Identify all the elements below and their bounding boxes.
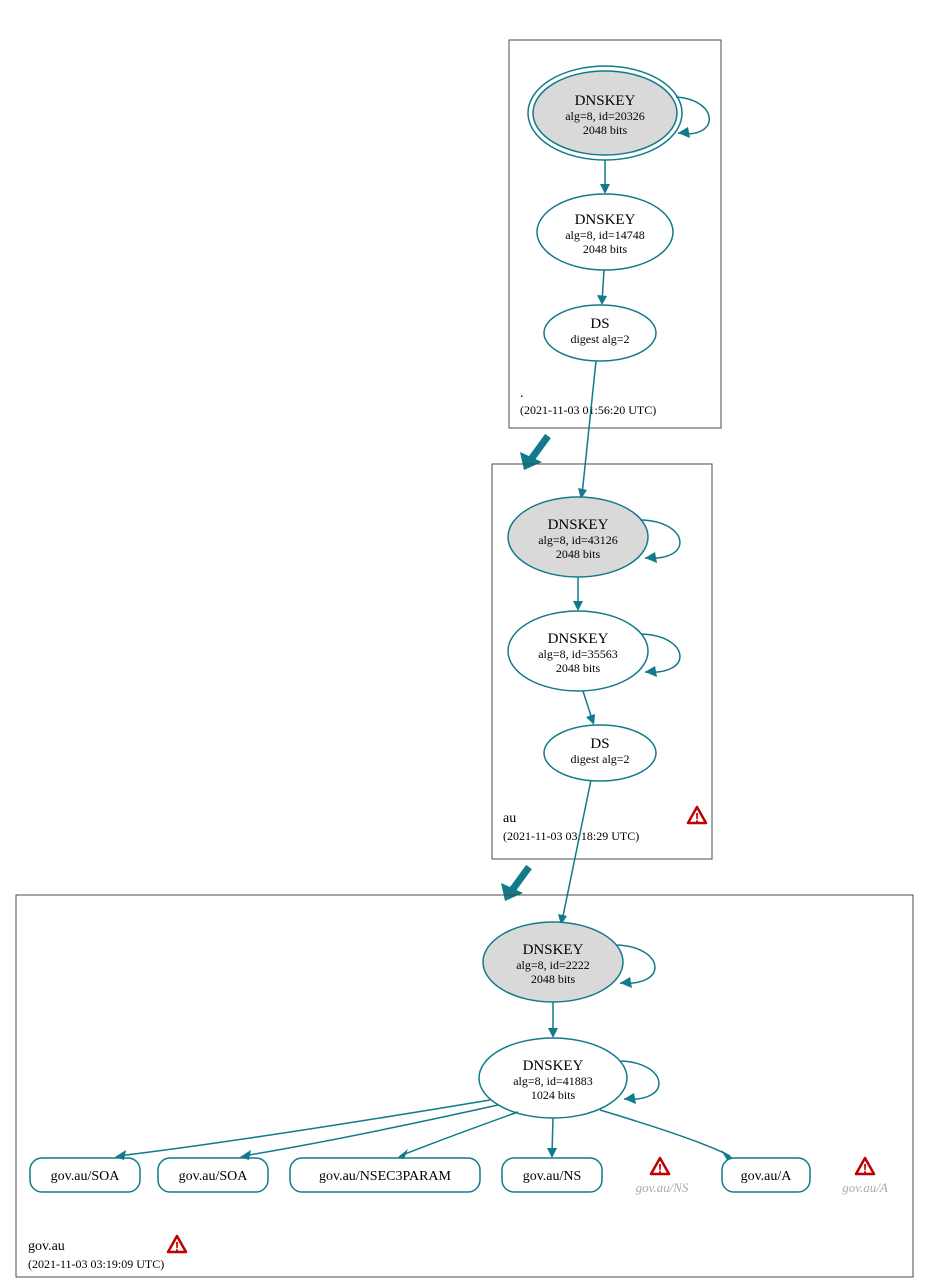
zone-au-time: (2021-11-03 03:18:29 UTC) [503,829,639,843]
svg-text:gov.au/SOA: gov.au/SOA [179,1169,249,1184]
node-root-ksk: DNSKEY alg=8, id=20326 2048 bits [528,66,682,160]
zone-root: DNSKEY alg=8, id=20326 2048 bits DNSKEY … [509,40,721,428]
root-zsk-line1: alg=8, id=14748 [565,228,645,242]
svg-text:!: ! [695,810,699,825]
warning-icon-au: ! [688,807,706,825]
warning-icon-govau: ! [168,1236,186,1254]
root-ksk-line2: 2048 bits [583,123,628,137]
govau-ksk-title: DNSKEY [523,942,584,958]
zone-au: DNSKEY alg=8, id=43126 2048 bits DNSKEY … [492,464,712,859]
svg-text:gov.au/A: gov.au/A [842,1180,888,1195]
edge-govau-zsk-soa2 [243,1105,498,1156]
node-au-ds: DS digest alg=2 [544,725,656,781]
node-rrset-a-warn: ! gov.au/A [842,1158,888,1195]
zone-au-label: au [503,811,516,826]
node-au-ksk: DNSKEY alg=8, id=43126 2048 bits [508,497,648,577]
svg-text:!: ! [863,1161,867,1176]
edge-govau-zsk-a [600,1110,730,1156]
node-rrset-nsec3param: gov.au/NSEC3PARAM [290,1158,480,1192]
node-rrset-soa1: gov.au/SOA [30,1158,140,1192]
root-zsk-title: DNSKEY [575,212,636,228]
zone-govau: DNSKEY alg=8, id=2222 2048 bits DNSKEY a… [16,895,913,1277]
edge-au-ds-to-govau-ksk [562,780,591,921]
zone-govau-time: (2021-11-03 03:19:09 UTC) [28,1257,164,1271]
govau-zsk-line2: 1024 bits [531,1088,576,1102]
govau-ksk-line2: 2048 bits [531,972,576,986]
au-ksk-title: DNSKEY [548,517,609,533]
zone-root-label: . [520,386,524,401]
au-zsk-title: DNSKEY [548,631,609,647]
edge-govau-zsk-soa1 [118,1100,490,1156]
node-govau-zsk: DNSKEY alg=8, id=41883 1024 bits [479,1038,627,1118]
au-ds-title: DS [590,736,609,752]
zone-root-time: (2021-11-03 01:56:20 UTC) [520,403,656,417]
govau-zsk-line1: alg=8, id=41883 [513,1074,593,1088]
node-root-zsk: DNSKEY alg=8, id=14748 2048 bits [537,194,673,270]
govau-ksk-line1: alg=8, id=2222 [516,958,590,972]
au-zsk-line2: 2048 bits [556,661,601,675]
root-ds-line1: digest alg=2 [570,332,629,346]
node-root-ds: DS digest alg=2 [544,305,656,361]
au-ksk-line2: 2048 bits [556,547,601,561]
root-ds-title: DS [590,316,609,332]
zone-govau-label: gov.au [28,1239,65,1254]
root-zsk-line2: 2048 bits [583,242,628,256]
svg-text:gov.au/NS: gov.au/NS [523,1169,582,1184]
node-au-zsk: DNSKEY alg=8, id=35563 2048 bits [508,611,648,691]
svg-text:!: ! [658,1161,662,1176]
root-ksk-title: DNSKEY [575,93,636,109]
warning-icon-ns: ! [651,1158,669,1176]
node-govau-ksk: DNSKEY alg=8, id=2222 2048 bits [483,922,623,1002]
edge-govau-zsk-nsec3 [400,1112,518,1156]
node-rrset-soa2: gov.au/SOA [158,1158,268,1192]
svg-text:gov.au/SOA: gov.au/SOA [51,1169,121,1184]
node-rrset-ns: gov.au/NS [502,1158,602,1192]
root-ksk-line1: alg=8, id=20326 [565,109,645,123]
au-ds-line1: digest alg=2 [570,752,629,766]
svg-text:!: ! [175,1239,179,1254]
node-rrset-ns-warn: ! gov.au/NS [636,1158,689,1195]
warning-icon-a: ! [856,1158,874,1176]
au-zsk-line1: alg=8, id=35563 [538,647,618,661]
svg-text:gov.au/NSEC3PARAM: gov.au/NSEC3PARAM [319,1169,452,1184]
node-rrset-a: gov.au/A [722,1158,810,1192]
svg-text:gov.au/NS: gov.au/NS [636,1180,689,1195]
govau-zsk-title: DNSKEY [523,1058,584,1074]
svg-text:gov.au/A: gov.au/A [741,1169,793,1184]
au-ksk-line1: alg=8, id=43126 [538,533,618,547]
